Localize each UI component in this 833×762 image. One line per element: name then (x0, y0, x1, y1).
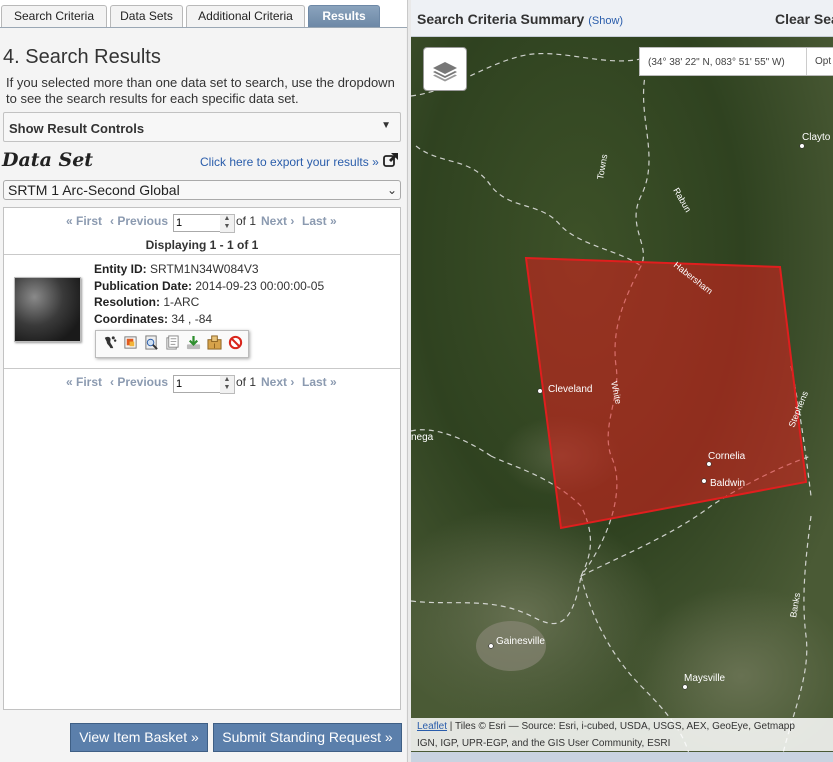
dataset-heading: Data Set (2, 149, 94, 171)
clear-search-button[interactable]: Clear Sea (775, 11, 833, 27)
cursor-coordinates: (34° 38' 22" N, 083° 51' 55" W) (648, 57, 785, 68)
pager-first[interactable]: « First (66, 214, 102, 228)
tab-results[interactable]: Results (308, 5, 380, 27)
pager-first[interactable]: « First (66, 375, 102, 389)
tab-search-criteria[interactable]: Search Criteria (1, 5, 107, 27)
page-stepper[interactable]: ▲ ▼ (220, 375, 235, 394)
footprint-icon[interactable] (102, 335, 117, 350)
exclude-icon[interactable] (228, 335, 243, 350)
pager-bottom: « First ‹ Previous ▲▼ of 1 Next › Last » (4, 375, 400, 397)
chevron-down-icon: ▼ (381, 120, 391, 131)
page-stepper[interactable]: ▲ ▼ (220, 214, 235, 233)
displaying-count: Displaying 1 - 1 of 1 (145, 238, 259, 252)
map-attribution: Leaflet | Tiles © Esri — Source: Esri, i… (411, 718, 833, 751)
chevron-down-icon: ⌄ (386, 183, 397, 197)
left-panel: Search Criteria Data Sets Additional Cri… (0, 0, 408, 762)
metadata-icon[interactable] (144, 335, 159, 350)
pager-top: « First ‹ Previous ▲▼ of 1 Next › Last » (4, 214, 400, 236)
summary-show-link[interactable]: (Show) (588, 15, 623, 27)
tab-data-sets[interactable]: Data Sets (110, 5, 183, 27)
export-results-link[interactable]: Click here to export your results » (200, 155, 379, 169)
coordinate-readout: (34° 38' 22" N, 083° 51' 55" W) Opt (639, 47, 833, 76)
map-panel[interactable]: Clayto Towns Rabun Habersham Cleveland W… (411, 0, 833, 762)
tab-bar: Search Criteria Data Sets Additional Cri… (0, 0, 407, 28)
place-label: Maysville (684, 673, 726, 684)
place-label: nega (411, 432, 434, 443)
summary-title: Search Criteria Summary (Show) (417, 11, 624, 27)
publication-date: Publication Date: 2014-09-23 00:00:00-05 (94, 279, 325, 293)
external-link-icon[interactable] (383, 152, 399, 168)
divider (4, 368, 400, 369)
results-list: « First ‹ Previous ▲▼ of 1 Next › Last »… (3, 207, 401, 710)
show-result-controls[interactable]: Show Result Controls ▼ (3, 112, 401, 142)
divider (4, 254, 400, 255)
result-thumbnail[interactable] (14, 277, 81, 342)
map-options-button[interactable]: Opt (806, 48, 833, 75)
overlay-icon[interactable] (123, 335, 138, 350)
layers-icon (433, 62, 457, 82)
pager-previous[interactable]: ‹ Previous (110, 214, 168, 228)
page-title: 4. Search Results (3, 46, 161, 68)
dataset-select[interactable]: SRTM 1 Arc-Second Global ⌄ (3, 180, 401, 200)
page-number-input[interactable] (173, 375, 226, 393)
page-number-input[interactable] (173, 214, 226, 232)
page-count: of 1 (236, 375, 257, 389)
pager-last[interactable]: Last » (302, 214, 337, 228)
dataset-select-value: SRTM 1 Arc-Second Global (8, 182, 180, 198)
result-toolbar (95, 330, 249, 358)
search-criteria-summary-bar: Search Criteria Summary (Show) Clear Sea (411, 0, 833, 37)
place-label: Gainesville (496, 636, 545, 647)
pager-last[interactable]: Last » (302, 375, 337, 389)
map-footer-bar (411, 752, 833, 762)
compare-icon[interactable] (165, 335, 180, 350)
resolution: Resolution: 1-ARC (94, 295, 200, 309)
pager-next[interactable]: Next › (261, 375, 294, 389)
controls-label: Show Result Controls (9, 121, 145, 136)
entity-id: Entity ID: SRTM1N34W084V3 (94, 262, 259, 276)
tab-additional-criteria[interactable]: Additional Criteria (186, 5, 305, 27)
order-icon[interactable] (207, 335, 222, 350)
download-icon[interactable] (186, 335, 201, 350)
place-label: Cleveland (548, 384, 592, 395)
coordinates: Coordinates: 34 , -84 (94, 312, 213, 326)
leaflet-link[interactable]: Leaflet (417, 721, 447, 732)
intro-text: If you selected more than one data set t… (6, 75, 395, 106)
satellite-map[interactable]: Clayto Towns Rabun Habersham Cleveland W… (411, 36, 833, 762)
layers-control[interactable] (423, 47, 467, 91)
pager-previous[interactable]: ‹ Previous (110, 375, 168, 389)
pager-next[interactable]: Next › (261, 214, 294, 228)
place-label: Cornelia (708, 451, 746, 462)
page-count: of 1 (236, 214, 257, 228)
place-label: Clayto (802, 132, 831, 143)
submit-standing-request-button[interactable]: Submit Standing Request » (213, 723, 402, 752)
place-label: Baldwin (710, 478, 745, 489)
view-item-basket-button[interactable]: View Item Basket » (70, 723, 208, 752)
